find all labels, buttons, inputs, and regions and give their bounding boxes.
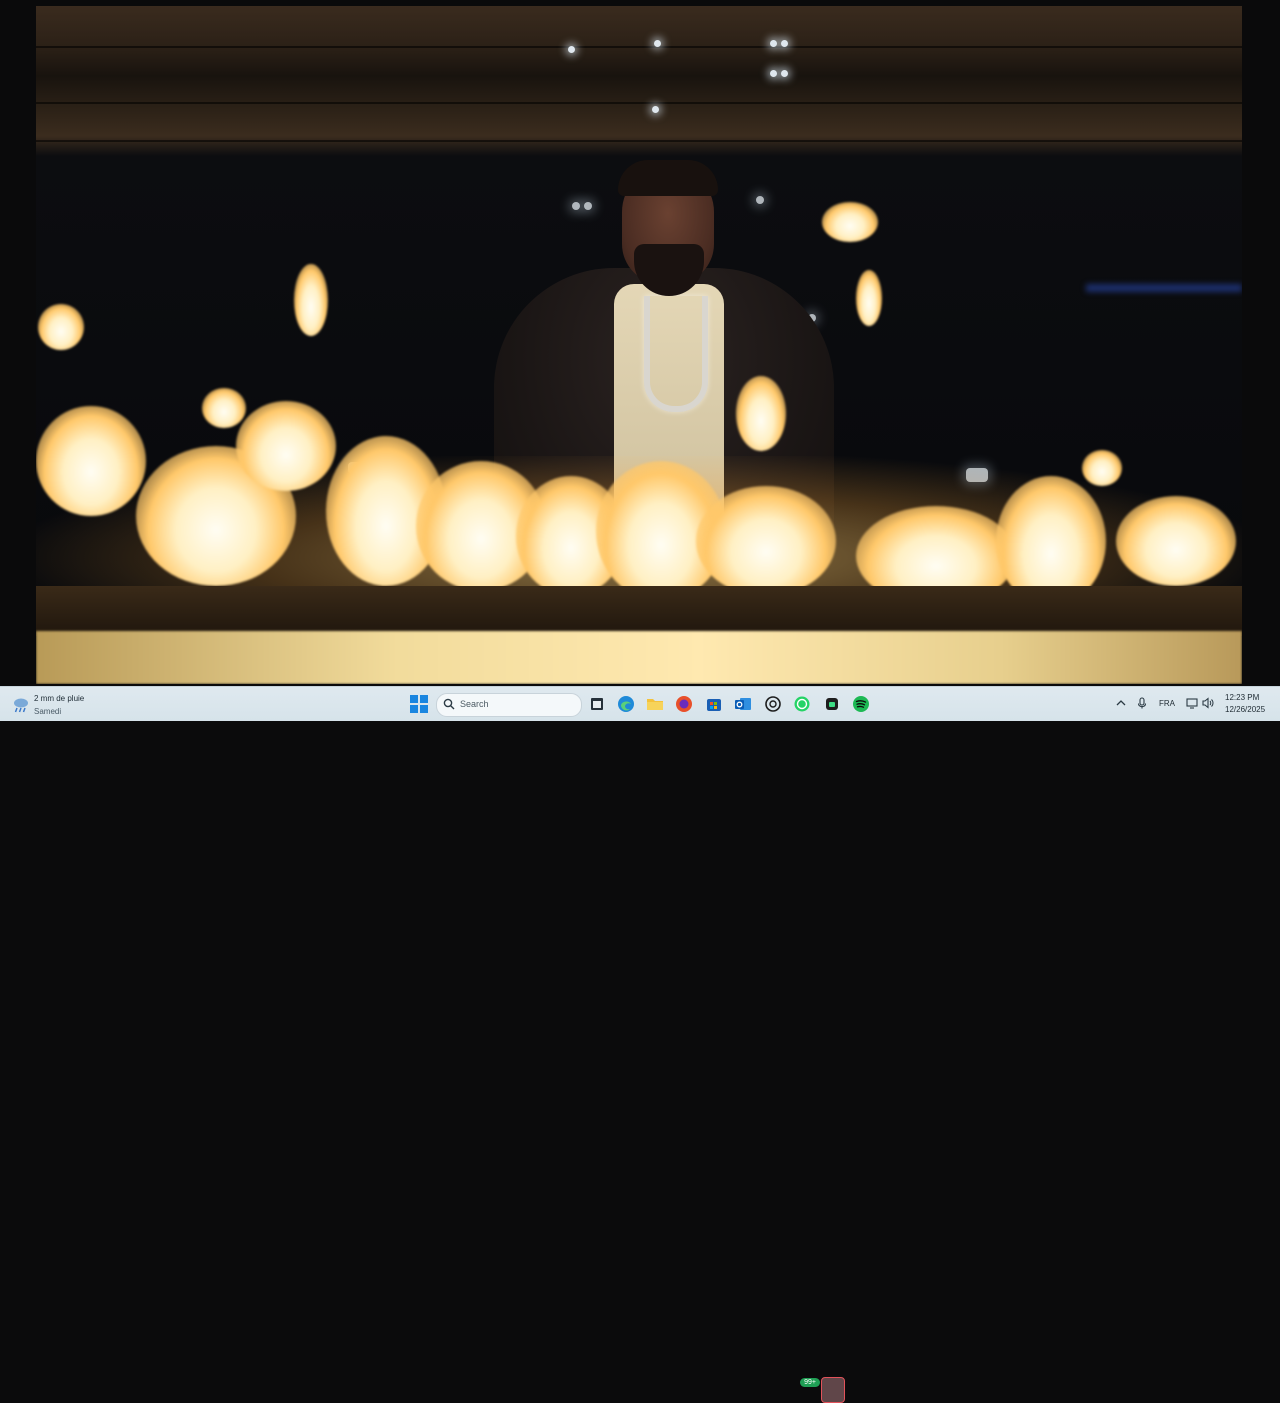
clock-time[interactable]: 12:23 PM [1225,693,1259,702]
ceiling-light [770,70,777,77]
microphone-icon[interactable] [1136,697,1148,709]
ceiling-light [568,46,575,53]
ceiling-light [781,70,788,77]
weather-precipitation: 2 mm de pluie [34,694,85,703]
flame [202,388,246,428]
notification-badge: 99+ [800,1378,820,1387]
store-icon[interactable] [705,695,723,713]
weather-day: Samedi [34,707,62,716]
android-app-icon[interactable] [823,695,841,713]
flame [38,304,84,350]
background-neon-light [1086,284,1242,292]
taskbar: 2 mm de pluie Samedi Search 99+ FRA 12:2… [0,686,1280,1403]
firefox-icon[interactable] [675,695,693,713]
input-language[interactable]: FRA [1159,699,1175,708]
folder-icon[interactable] [646,695,664,713]
chatgpt-icon[interactable] [764,695,782,713]
active-app-highlight [821,1377,845,1403]
flame [696,486,836,596]
video-frame[interactable] [36,6,1242,684]
whatsapp-icon[interactable] [793,695,811,713]
search-icon [443,698,455,710]
windows-logo-icon [420,705,428,713]
video-player[interactable] [0,0,1280,686]
ceiling-light [652,106,659,113]
outlook-icon[interactable] [734,695,752,713]
search-placeholder: Search [460,699,489,709]
firepit-front [36,631,1242,684]
ceiling-beam [36,102,1242,104]
weather-rain-icon [14,698,28,713]
ceiling-light [654,40,661,47]
start-button[interactable] [410,695,428,713]
ceiling-light [781,40,788,47]
chevron-up-icon[interactable] [1116,699,1126,707]
flame [236,401,336,491]
windows-logo-icon [410,695,418,703]
flame [1116,496,1236,586]
ceiling-beam [36,140,1242,142]
chain-necklace [644,296,708,412]
weather-widget[interactable]: 2 mm de pluie Samedi [10,691,130,717]
firepit-edge [36,586,1242,636]
network-icon[interactable] [1186,697,1198,709]
flame [736,376,786,451]
edge-browser-icon[interactable] [617,695,635,713]
hair [618,160,718,196]
ceiling-light [770,40,777,47]
clock-date[interactable]: 12/26/2025 [1225,705,1265,714]
flame [822,202,878,242]
file-explorer-icon[interactable] [588,695,606,713]
flame [36,406,146,516]
flame [294,264,328,336]
flame [1082,450,1122,486]
ceiling-beam [36,46,1242,48]
spotify-icon[interactable] [852,695,870,713]
flame [856,270,882,326]
windows-logo-icon [410,705,418,713]
volume-icon[interactable] [1202,697,1214,709]
search-input[interactable]: Search [436,693,582,717]
windows-logo-icon [420,695,428,703]
